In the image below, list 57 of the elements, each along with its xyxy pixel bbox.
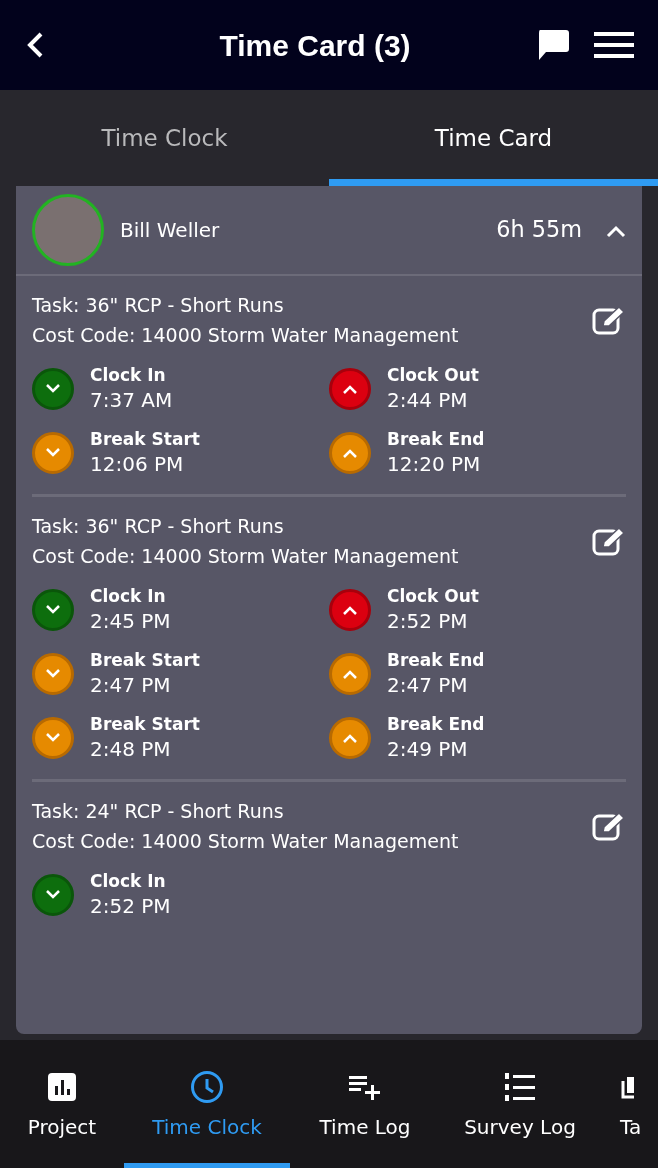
edit-icon[interactable] [592,305,626,335]
cost-code-text: Cost Code: 14000 Storm Water Management [32,544,459,569]
menu-icon[interactable] [594,30,634,60]
event-time: 12:20 PM [387,451,482,478]
chevron-up-icon [329,653,371,695]
total-hours: 6h 55m [496,215,582,245]
event-label: Clock Out [387,364,479,386]
task-text: Task: 36" RCP - Short Runs [32,293,285,318]
chat-icon[interactable] [536,29,570,61]
task-text: Task: 36" RCP - Short Runs [32,514,285,539]
event-label: Clock In [90,870,167,892]
nav-tab[interactable]: Time Clock [124,1040,290,1168]
chevron-up-icon [329,432,371,474]
event-label: Break Start [90,649,200,671]
employee-name: Bill Weller [120,217,221,244]
event-time: 12:06 PM [90,451,185,478]
chevron-up-icon [329,589,371,631]
numbered-list-icon [504,1070,536,1104]
event-label: Break End [387,649,485,671]
chevron-down-icon [32,653,74,695]
screen-title: Time Card (3) [219,27,411,64]
cost-code-text: Cost Code: 14000 Storm Water Management [32,323,459,348]
chevron-up-icon [329,368,371,410]
event-time: 2:47 PM [387,672,469,699]
chevron-down-icon [32,368,74,410]
event-label: Break End [387,713,485,735]
task-text: Task: 24" RCP - Short Runs [32,799,285,824]
chevron-up-icon [329,717,371,759]
event-time: 2:47 PM [90,672,172,699]
event-label: Break Start [90,428,200,450]
bar-chart-icon [47,1070,77,1104]
event-label: Break End [387,428,485,450]
tab[interactable]: Time Card [329,90,658,186]
chevron-down-icon [32,432,74,474]
chevron-down-icon [32,717,74,759]
event-label: Clock In [90,585,167,607]
cost-code-text: Cost Code: 14000 Storm Water Management [32,829,459,854]
event-label: Clock Out [387,585,479,607]
nav-tab[interactable]: Project [0,1040,124,1168]
nav-tab[interactable]: Time Log [290,1040,440,1168]
event-label: Clock In [90,364,167,386]
chevron-down-icon [32,874,74,916]
edit-icon[interactable] [592,811,626,841]
event-time: 2:45 PM [90,608,171,635]
event-label: Break Start [90,713,200,735]
event-time: 2:52 PM [90,893,171,920]
clock-icon [190,1070,224,1104]
nav-tab[interactable]: Survey Log [440,1040,600,1168]
event-time: 2:48 PM [90,736,172,763]
chevron-down-icon [32,589,74,631]
event-time: 2:44 PM [387,387,469,414]
nav-tab[interactable]: Ta [600,1040,658,1168]
event-time: 2:49 PM [387,736,469,763]
edit-icon[interactable] [592,526,626,556]
event-time: 2:52 PM [387,608,469,635]
tab[interactable]: Time Clock [0,90,329,186]
event-time: 7:37 AM [90,387,173,414]
